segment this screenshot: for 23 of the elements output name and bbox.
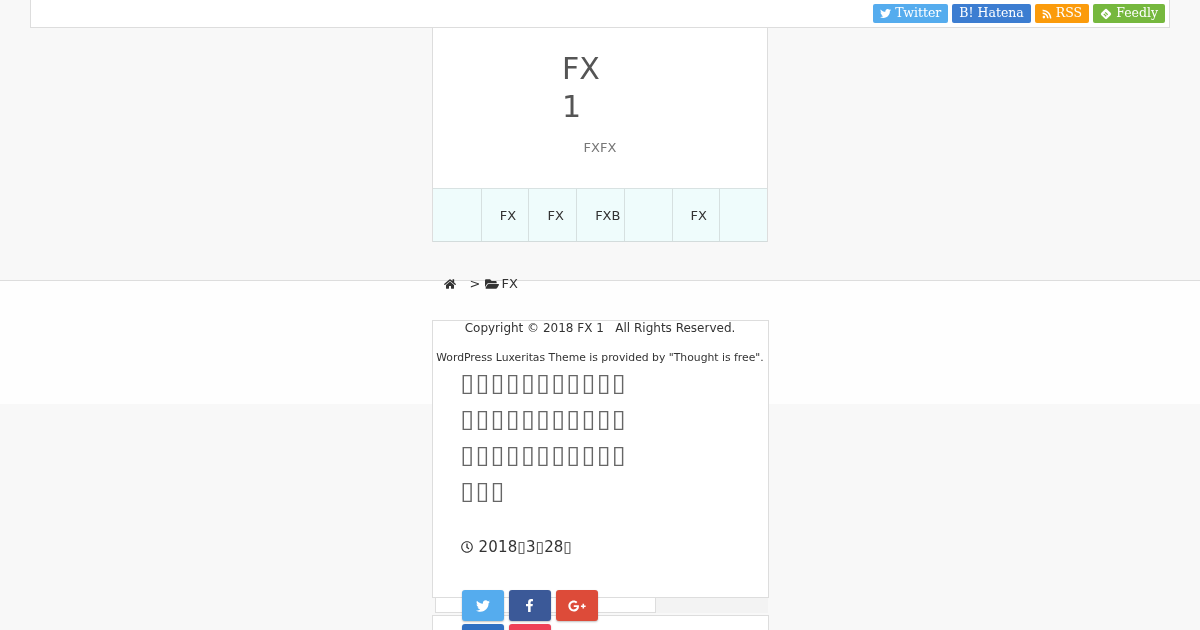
site-title[interactable]: FX 1 <box>562 50 604 126</box>
folder-icon <box>485 277 500 291</box>
nav-link[interactable]: FX <box>671 189 720 241</box>
breadcrumb-link[interactable]: FX <box>501 277 518 291</box>
breadcrumb-separator: > <box>469 277 481 291</box>
facebook-icon <box>523 599 536 612</box>
share-button[interactable] <box>508 590 551 621</box>
nav-link[interactable]: FX <box>528 189 577 241</box>
nav-link[interactable]: FX <box>480 189 529 241</box>
twitter-icon <box>475 598 490 613</box>
rss-icon <box>1041 8 1052 19</box>
twitter-icon <box>880 8 892 19</box>
post-title[interactable]: ▯▯▯▯▯▯▯▯▯▯▯▯▯▯▯▯▯▯▯▯▯▯▯▯▯▯▯▯▯▯▯▯▯▯▯▯ <box>460 365 629 509</box>
follow-button[interactable]: B! Hatena <box>952 4 1031 23</box>
tagline: FXFX <box>583 140 617 156</box>
theme-credit: WordPress Luxeritas Theme is provided by "Thought is free". <box>435 351 765 365</box>
nav-link[interactable]: FXB <box>576 189 624 241</box>
post-date: 2018▯3▯28▯ <box>478 537 573 557</box>
share-button[interactable] <box>555 590 598 621</box>
clock-icon <box>460 541 473 553</box>
copyright-text: Copyright © 2018 FX 1 All Rights Reserved. <box>463 321 737 335</box>
feedly-icon <box>1100 7 1113 20</box>
home-icon[interactable] <box>443 278 456 290</box>
